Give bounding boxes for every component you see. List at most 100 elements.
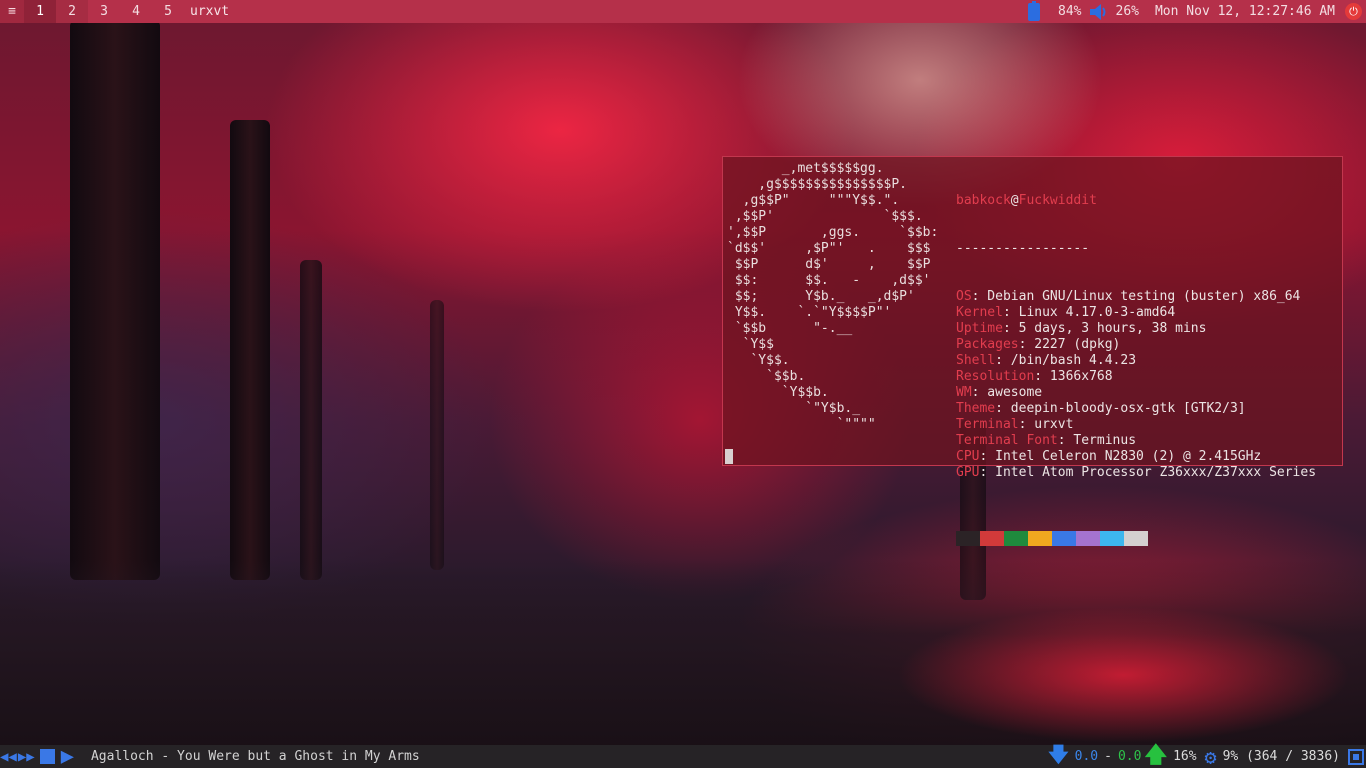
neofetch-info: babkock@Fuckwiddit ----------------- OS:… (956, 161, 1316, 578)
bottom-panel: ◀◀ ▶▶ ▶ Agalloch - You Were but a Ghost … (0, 742, 1366, 768)
info-line: OS: Debian GNU/Linux testing (buster) x8… (956, 289, 1316, 305)
tree-trunk (70, 20, 160, 580)
info-line: Terminal: urxvt (956, 417, 1316, 433)
cpu-usage: 16% (1173, 749, 1197, 764)
hostname: Fuckwiddit (1018, 193, 1097, 208)
bottom-panel-widgets: 🡇 0.0 - 0.0 🡅 16% ⚙ 9% (364 / 3836) (1048, 742, 1366, 768)
info-line: GPU: Intel Atom Processor Z36xxx/Z37xxx … (956, 465, 1316, 481)
info-value: : Intel Atom Processor Z36xxx/Z37xxx Ser… (979, 465, 1317, 480)
tag-2[interactable]: 2 (56, 0, 88, 23)
logo-line: ,$$P' `$$$. (727, 209, 923, 224)
logo-line: ',$$P ,ggs. `$$b: (727, 225, 939, 240)
tree-trunk (300, 260, 322, 580)
info-value: : 2227 (dpkg) (1018, 337, 1121, 352)
info-key: Terminal (956, 417, 1019, 432)
user-host-line: babkock@Fuckwiddit (956, 193, 1316, 209)
username: babkock (956, 193, 1011, 208)
speaker-icon[interactable] (1088, 3, 1110, 21)
logo-line: `$$b. (727, 369, 806, 384)
info-key: WM (956, 385, 972, 400)
info-key: Shell (956, 353, 996, 368)
net-upload-rate: 0.0 (1117, 749, 1142, 764)
chip-icon (1348, 748, 1364, 765)
info-line: CPU: Intel Celeron N2830 (2) @ 2.415GHz (956, 449, 1316, 465)
info-value: : urxvt (1018, 417, 1074, 432)
color-swatch (956, 531, 980, 546)
color-swatch (980, 531, 1004, 546)
net-separator: - (1104, 749, 1112, 764)
logo-line: Y$$. `.`"Y$$$$P"' (727, 305, 892, 320)
info-line: Shell: /bin/bash 4.4.23 (956, 353, 1316, 369)
info-key: OS (956, 289, 972, 304)
top-panel: ≡ 1 2 3 4 5 urxvt 84% 26% Mon Nov 12, 12… (0, 0, 1366, 23)
now-playing[interactable]: Agalloch - You Were but a Ghost in My Ar… (91, 749, 420, 764)
logo-line: `Y$$. (727, 353, 790, 368)
tag-3[interactable]: 3 (88, 0, 120, 23)
logo-line: `Y$$ (727, 337, 774, 352)
awesome-launcher-icon[interactable]: ≡ (0, 0, 24, 23)
clock: Mon Nov 12, 12:27:46 AM (1154, 4, 1335, 19)
color-palette (956, 531, 1316, 546)
gear-icon: ⚙ (1204, 744, 1217, 768)
logo-line: `Y$$b. (727, 385, 829, 400)
color-swatch (1052, 531, 1076, 546)
logo-line: _,met$$$$$gg. (727, 161, 884, 176)
color-swatch (1004, 531, 1028, 546)
media-controls: ◀◀ ▶▶ ▶ (0, 744, 75, 768)
info-key: Resolution (956, 369, 1035, 384)
info-value: : 1366x768 (1034, 369, 1113, 384)
top-panel-widgets: 84% 26% Mon Nov 12, 12:27:46 AM ⏻ (1028, 0, 1366, 23)
battery-level: 84% (1058, 4, 1082, 19)
upload-arrow-icon: 🡅 (1144, 742, 1168, 768)
info-line: WM: awesome (956, 385, 1316, 401)
separator-line: ----------------- (956, 241, 1090, 256)
debian-ascii-logo: _,met$$$$$gg. ,g$$$$$$$$$$$$$$$P. ,g$$P"… (727, 161, 938, 433)
info-value: : 5 days, 3 hours, 38 mins (1002, 321, 1207, 336)
memory-usage: 9% (364 / 3836) (1222, 749, 1340, 764)
info-key: Theme (956, 401, 996, 416)
info-value: : deepin-bloody-osx-gtk [GTK2/3] (995, 401, 1246, 416)
info-key: Uptime (956, 321, 1003, 336)
tag-1[interactable]: 1 (24, 0, 56, 23)
info-line: Kernel: Linux 4.17.0-3-amd64 (956, 305, 1316, 321)
info-line: Packages: 2227 (dpkg) (956, 337, 1316, 353)
info-value: : Intel Celeron N2830 (2) @ 2.415GHz (979, 449, 1262, 464)
info-line: Resolution: 1366x768 (956, 369, 1316, 385)
color-swatch (1028, 531, 1052, 546)
fast-forward-icon[interactable]: ▶▶ (18, 749, 35, 765)
info-line: Terminal Font: Terminus (956, 433, 1316, 449)
logo-line: ,g$$$$$$$$$$$$$$$P. (727, 177, 908, 192)
red-foliage-ground (760, 600, 1366, 750)
power-icon[interactable]: ⏻ (1345, 3, 1362, 20)
info-value: : Terminus (1057, 433, 1137, 448)
logo-line: $$; Y$b._ _,d$P' (727, 289, 915, 304)
color-swatch (1076, 531, 1100, 546)
terminal-cursor (725, 449, 733, 464)
stop-icon[interactable] (39, 749, 55, 764)
tag-5[interactable]: 5 (152, 0, 184, 23)
info-value: : /bin/bash 4.4.23 (995, 353, 1137, 368)
info-value: : awesome (971, 385, 1043, 400)
tree-trunk (430, 300, 444, 570)
battery-icon (1028, 0, 1041, 21)
rewind-icon[interactable]: ◀◀ (0, 749, 17, 765)
play-icon[interactable]: ▶ (61, 744, 74, 768)
logo-line: ,g$$P" """Y$$.". (727, 193, 900, 208)
info-line: Uptime: 5 days, 3 hours, 38 mins (956, 321, 1316, 337)
info-line: Theme: deepin-bloody-osx-gtk [GTK2/3] (956, 401, 1316, 417)
tree-trunk (230, 120, 270, 580)
logo-line: `"Y$b._ (727, 401, 861, 416)
logo-line: `d$$' ,$P"' . $$$ (727, 241, 931, 256)
volume-level[interactable]: 26% (1116, 4, 1139, 19)
info-key: CPU (956, 449, 980, 464)
focused-window-title[interactable]: urxvt (190, 4, 229, 19)
logo-line: $$P d$' , $$P (727, 257, 931, 272)
info-key: GPU (956, 465, 980, 480)
info-key: Packages (956, 337, 1019, 352)
color-swatch (1124, 531, 1148, 546)
tag-4[interactable]: 4 (120, 0, 152, 23)
at-sign: @ (1010, 193, 1019, 208)
urxvt-terminal-window[interactable]: _,met$$$$$gg. ,g$$$$$$$$$$$$$$$P. ,g$$P"… (722, 156, 1343, 546)
logo-line: $$: $$. - ,d$$' (727, 273, 931, 288)
info-list: OS: Debian GNU/Linux testing (buster) x8… (956, 289, 1316, 481)
